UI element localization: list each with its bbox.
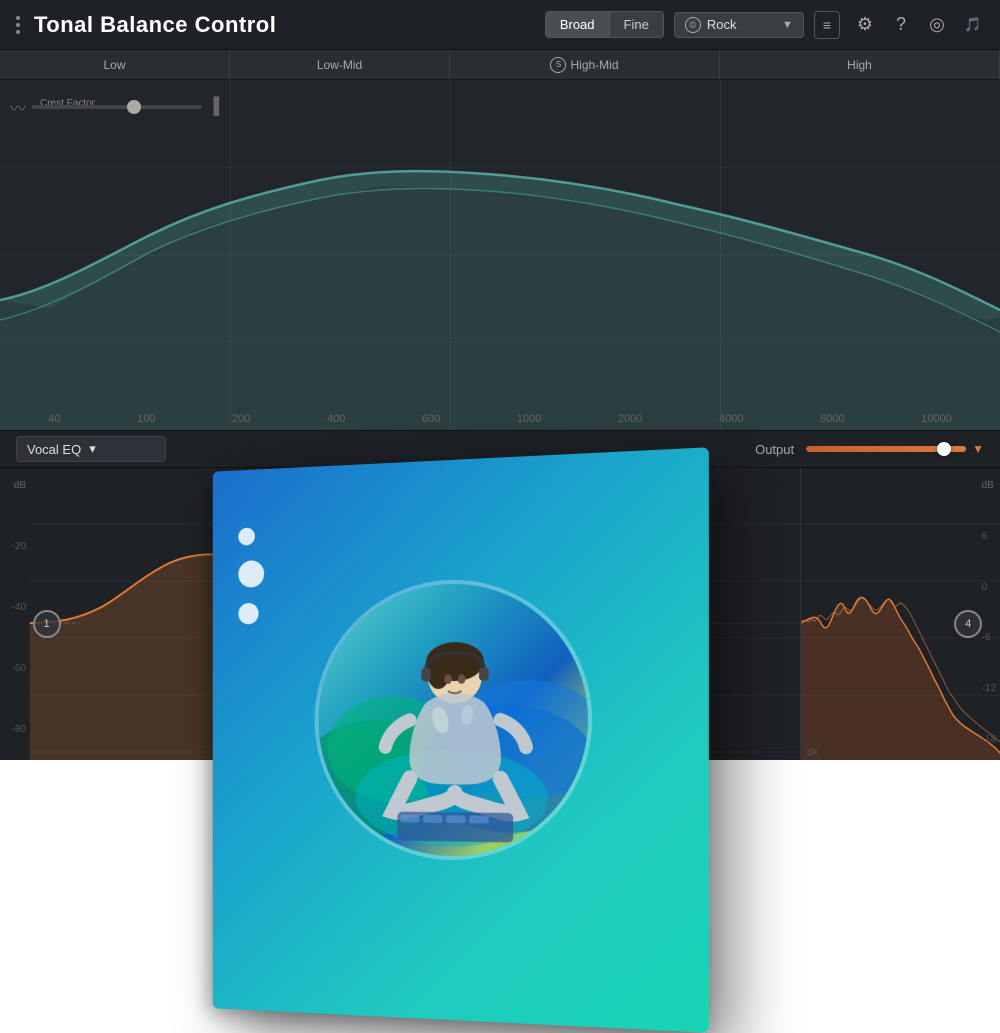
db-r-label: dB: [982, 480, 996, 491]
db-label-minus80: -80: [0, 724, 30, 735]
freq-number-row: 40 100 200 400 600 1000 2000 4000 6000 1…: [0, 413, 1000, 425]
tonal-curve-svg: [0, 80, 1000, 430]
album-circle-inner: [318, 580, 588, 859]
album-dot-group: [238, 527, 264, 624]
db-label-minus40: -40: [0, 602, 30, 613]
vocal-eq-selector[interactable]: Vocal EQ ▾: [16, 436, 166, 462]
output-slider[interactable]: [806, 446, 966, 452]
freq-highmid-label: S High-Mid: [450, 50, 720, 79]
db-r-0: 0: [982, 582, 996, 593]
album-cover: [213, 447, 709, 1032]
wave-left-icon: 〰: [10, 95, 26, 119]
freq-lowmid-label: Low-Mid: [230, 50, 450, 79]
db-r-minus18: -18: [982, 734, 996, 745]
output-dropdown-arrow[interactable]: ▼: [972, 442, 984, 456]
freq-high-label: High: [720, 50, 1000, 79]
output-slider-thumb[interactable]: [937, 442, 951, 456]
fine-button[interactable]: Fine: [609, 12, 663, 37]
eq-right-panel: dB 6 0 -6 -12 -18 -24: [800, 468, 1000, 760]
audio-icon-button[interactable]: 🎵: [958, 10, 988, 40]
freq-band-labels: Low Low-Mid S High-Mid High: [0, 50, 1000, 80]
album-dot-large: [238, 603, 258, 625]
preset-selector[interactable]: © Rock ▼: [674, 12, 804, 38]
output-slider-container: ▼: [806, 442, 984, 456]
vocal-eq-chevron: ▾: [89, 441, 96, 457]
header-bar: Tonal Balance Control Broad Fine © Rock …: [0, 0, 1000, 50]
album-art-svg: [318, 576, 588, 863]
album-artwork-circle: [315, 576, 592, 863]
db-label-minus60: -60: [0, 663, 30, 674]
hz-8k-label: 8k: [807, 747, 818, 758]
db-label-minus20: -20: [0, 541, 30, 552]
drag-handle[interactable]: [12, 12, 24, 38]
broad-fine-toggle: Broad Fine: [545, 11, 664, 38]
db-label-top: dB: [0, 480, 30, 491]
crest-slider-thumb[interactable]: [127, 100, 141, 114]
preset-name: Rock: [707, 17, 737, 32]
headphones-button[interactable]: ◎: [922, 10, 952, 40]
eq-node-4[interactable]: 4: [954, 610, 982, 638]
preset-chevron-icon: ▼: [782, 19, 793, 31]
plugin-title: Tonal Balance Control: [34, 12, 535, 38]
crest-factor-control: 〰 ▐: [10, 95, 219, 119]
help-button[interactable]: ?: [886, 10, 916, 40]
eq-node-1[interactable]: 1: [33, 610, 61, 638]
crest-slider[interactable]: [32, 105, 202, 109]
settings-button[interactable]: ⚙: [850, 10, 880, 40]
spectrum-display: 〰 ▐ Crest Factor 40: [0, 80, 1000, 430]
freq-low-label: Low: [0, 50, 230, 79]
broad-button[interactable]: Broad: [546, 12, 609, 37]
preset-copyright-icon: ©: [685, 17, 701, 33]
solo-icon[interactable]: S: [550, 57, 566, 73]
album-dot-medium: [238, 560, 264, 588]
bars-right-icon: ▐: [208, 98, 219, 116]
output-label: Output: [755, 442, 794, 457]
db-r-minus12: -12: [982, 683, 996, 694]
db-r-6: 6: [982, 531, 996, 542]
album-dot-small: [238, 528, 255, 546]
vocal-eq-label: Vocal EQ: [27, 442, 81, 457]
db-r-minus6: -6: [982, 632, 996, 643]
header-icon-group: ⚙ ? ◎ 🎵: [850, 10, 988, 40]
menu-button[interactable]: ≡: [814, 11, 840, 39]
